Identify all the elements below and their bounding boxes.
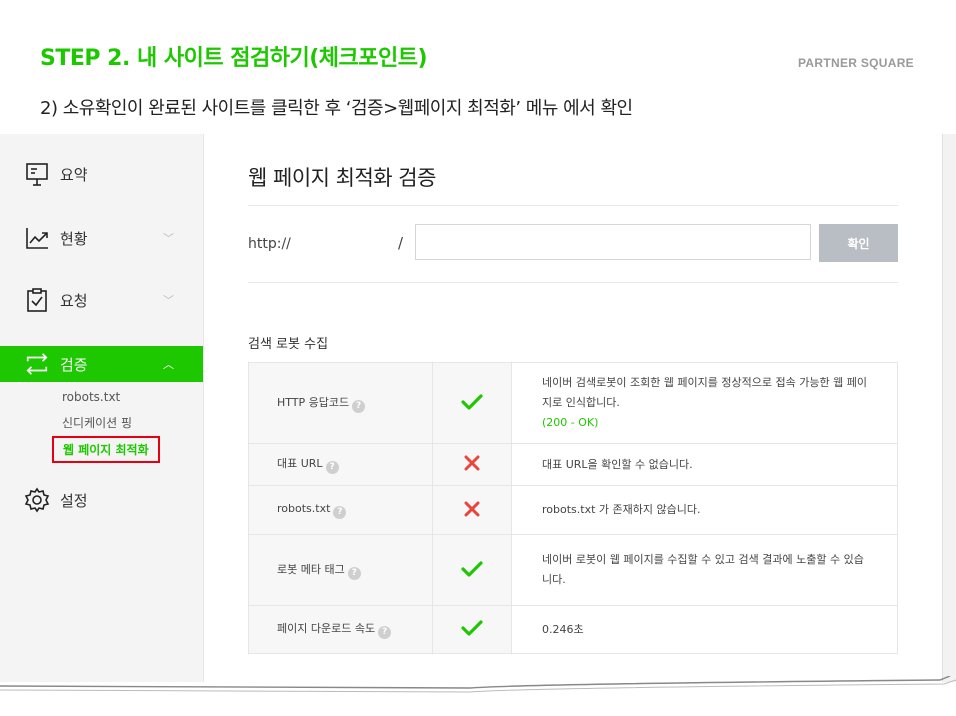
check-name-label: 대표 URL [277, 457, 323, 470]
sidebar-item-request[interactable]: 요청 ﹀ [0, 282, 203, 318]
instruction-text: 2) 소유확인이 완료된 사이트를 클릭한 후 ‘검증>웹페이지 최적화’ 메뉴… [40, 98, 633, 119]
check-name-label: 로봇 메타 태그 [277, 562, 345, 576]
check-message: 네이버 검색로봇이 조회한 웹 페이지를 정상적으로 접속 가능한 웹 페이지로… [511, 362, 898, 444]
sidebar-item-label: 요약 [60, 165, 88, 184]
subnav-robots-txt[interactable]: robots.txt [62, 390, 120, 404]
help-icon[interactable]: ? [352, 399, 366, 413]
step-title: STEP 2. 내 사이트 점검하기(체크포인트) [40, 46, 428, 71]
status-cell [432, 534, 512, 606]
check-name: 로봇 메타 태그? [248, 534, 433, 606]
scrollbar[interactable] [942, 134, 956, 682]
table-row: HTTP 응답코드? 네이버 검색로봇이 조회한 웹 페이지를 정상적으로 접속… [248, 362, 898, 444]
check-message-text: 네이버 검색로봇이 조회한 웹 페이지를 정상적으로 접속 가능한 웹 페이지로… [542, 376, 867, 409]
status-cell [432, 443, 512, 486]
page-title: 웹 페이지 최적화 검증 [248, 166, 436, 190]
help-icon[interactable]: ? [325, 461, 339, 474]
url-path-input[interactable] [415, 224, 811, 260]
status-cell [432, 362, 512, 444]
chevron-down-icon: ﹀ [163, 294, 174, 307]
check-message: 네이버 로봇이 웹 페이지를 수집할 수 있고 검색 결과에 노출할 수 있습니… [511, 534, 898, 606]
confirm-button[interactable]: 확인 [819, 224, 898, 262]
help-icon[interactable]: ? [378, 626, 392, 639]
url-prefix: http:// [248, 236, 291, 252]
check-name: 대표 URL? [248, 443, 433, 486]
sidebar-item-label: 설정 [60, 491, 88, 510]
check-name-label: HTTP 응답코드 [277, 395, 350, 409]
sidebar-item-settings[interactable]: 설정 [0, 482, 203, 518]
torn-page-edge [0, 676, 956, 693]
help-icon[interactable]: ? [333, 505, 347, 519]
table-row: 대표 URL? 대표 URL을 확인할 수 없습니다. [248, 443, 898, 486]
check-name: 페이지 다운로드 속도? [248, 605, 433, 654]
status-cell [432, 485, 512, 535]
sidebar-item-label: 요청 [60, 291, 88, 310]
main-panel: 웹 페이지 최적화 검증 http:// / 확인 검색 로봇 수집 HTTP … [248, 134, 898, 682]
help-icon[interactable]: ? [347, 566, 361, 580]
sidebar-item-summary[interactable]: 요약 [0, 156, 203, 192]
gear-icon [24, 487, 50, 513]
cross-icon [464, 501, 480, 516]
table-row: 로봇 메타 태그? 네이버 로봇이 웹 페이지를 수집할 수 있고 검색 결과에… [248, 534, 898, 606]
summary-board-icon [24, 161, 50, 187]
url-separator: / [398, 234, 404, 252]
divider [248, 282, 898, 283]
divider [248, 205, 898, 206]
status-code-text: (200 - OK) [542, 416, 599, 429]
clipboard-check-icon [24, 287, 50, 313]
subnav-webpage-optimization[interactable]: 웹 페이지 최적화 [52, 436, 160, 463]
cross-icon [464, 455, 480, 471]
check-name-label: robots.txt [277, 501, 331, 515]
check-icon [461, 620, 483, 636]
check-name: robots.txt? [248, 485, 433, 535]
check-message: robots.txt 가 존재하지 않습니다. [511, 485, 898, 535]
table-row: 페이지 다운로드 속도? 0.246초 [248, 605, 898, 654]
check-icon [461, 393, 483, 410]
check-name-label: 페이지 다운로드 속도 [277, 622, 376, 635]
brand-label: PARTNER SQUARE [798, 56, 914, 70]
chevron-down-icon: ﹀ [163, 232, 174, 245]
check-message: 대표 URL을 확인할 수 없습니다. [511, 443, 898, 486]
results-table: HTTP 응답코드? 네이버 검색로봇이 조회한 웹 페이지를 정상적으로 접속… [248, 362, 898, 654]
sidebar-item-status[interactable]: 현황 ﹀ [0, 220, 203, 256]
sidebar-item-verify[interactable]: 검증 ︿ [0, 346, 203, 382]
chevron-up-icon: ︿ [163, 358, 174, 371]
app-window: 요약 현황 ﹀ 요청 ﹀ 검증 ︿ robots.txt 신디케이션 핑 웹 페… [0, 134, 944, 682]
subnav-syndication-ping[interactable]: 신디케이션 핑 [62, 414, 132, 431]
section-title: 검색 로봇 수집 [248, 337, 329, 352]
check-message: 0.246초 [511, 605, 898, 654]
sidebar-item-label: 검증 [60, 355, 88, 374]
table-row: robots.txt? robots.txt 가 존재하지 않습니다. [248, 485, 898, 535]
check-icon [461, 560, 483, 577]
trend-chart-icon [24, 225, 50, 251]
status-cell [432, 605, 512, 654]
sidebar-item-label: 현황 [60, 229, 88, 248]
swap-arrows-icon [24, 351, 50, 377]
check-name: HTTP 응답코드? [248, 362, 433, 444]
sidebar: 요약 현황 ﹀ 요청 ﹀ 검증 ︿ robots.txt 신디케이션 핑 웹 페… [0, 134, 204, 682]
